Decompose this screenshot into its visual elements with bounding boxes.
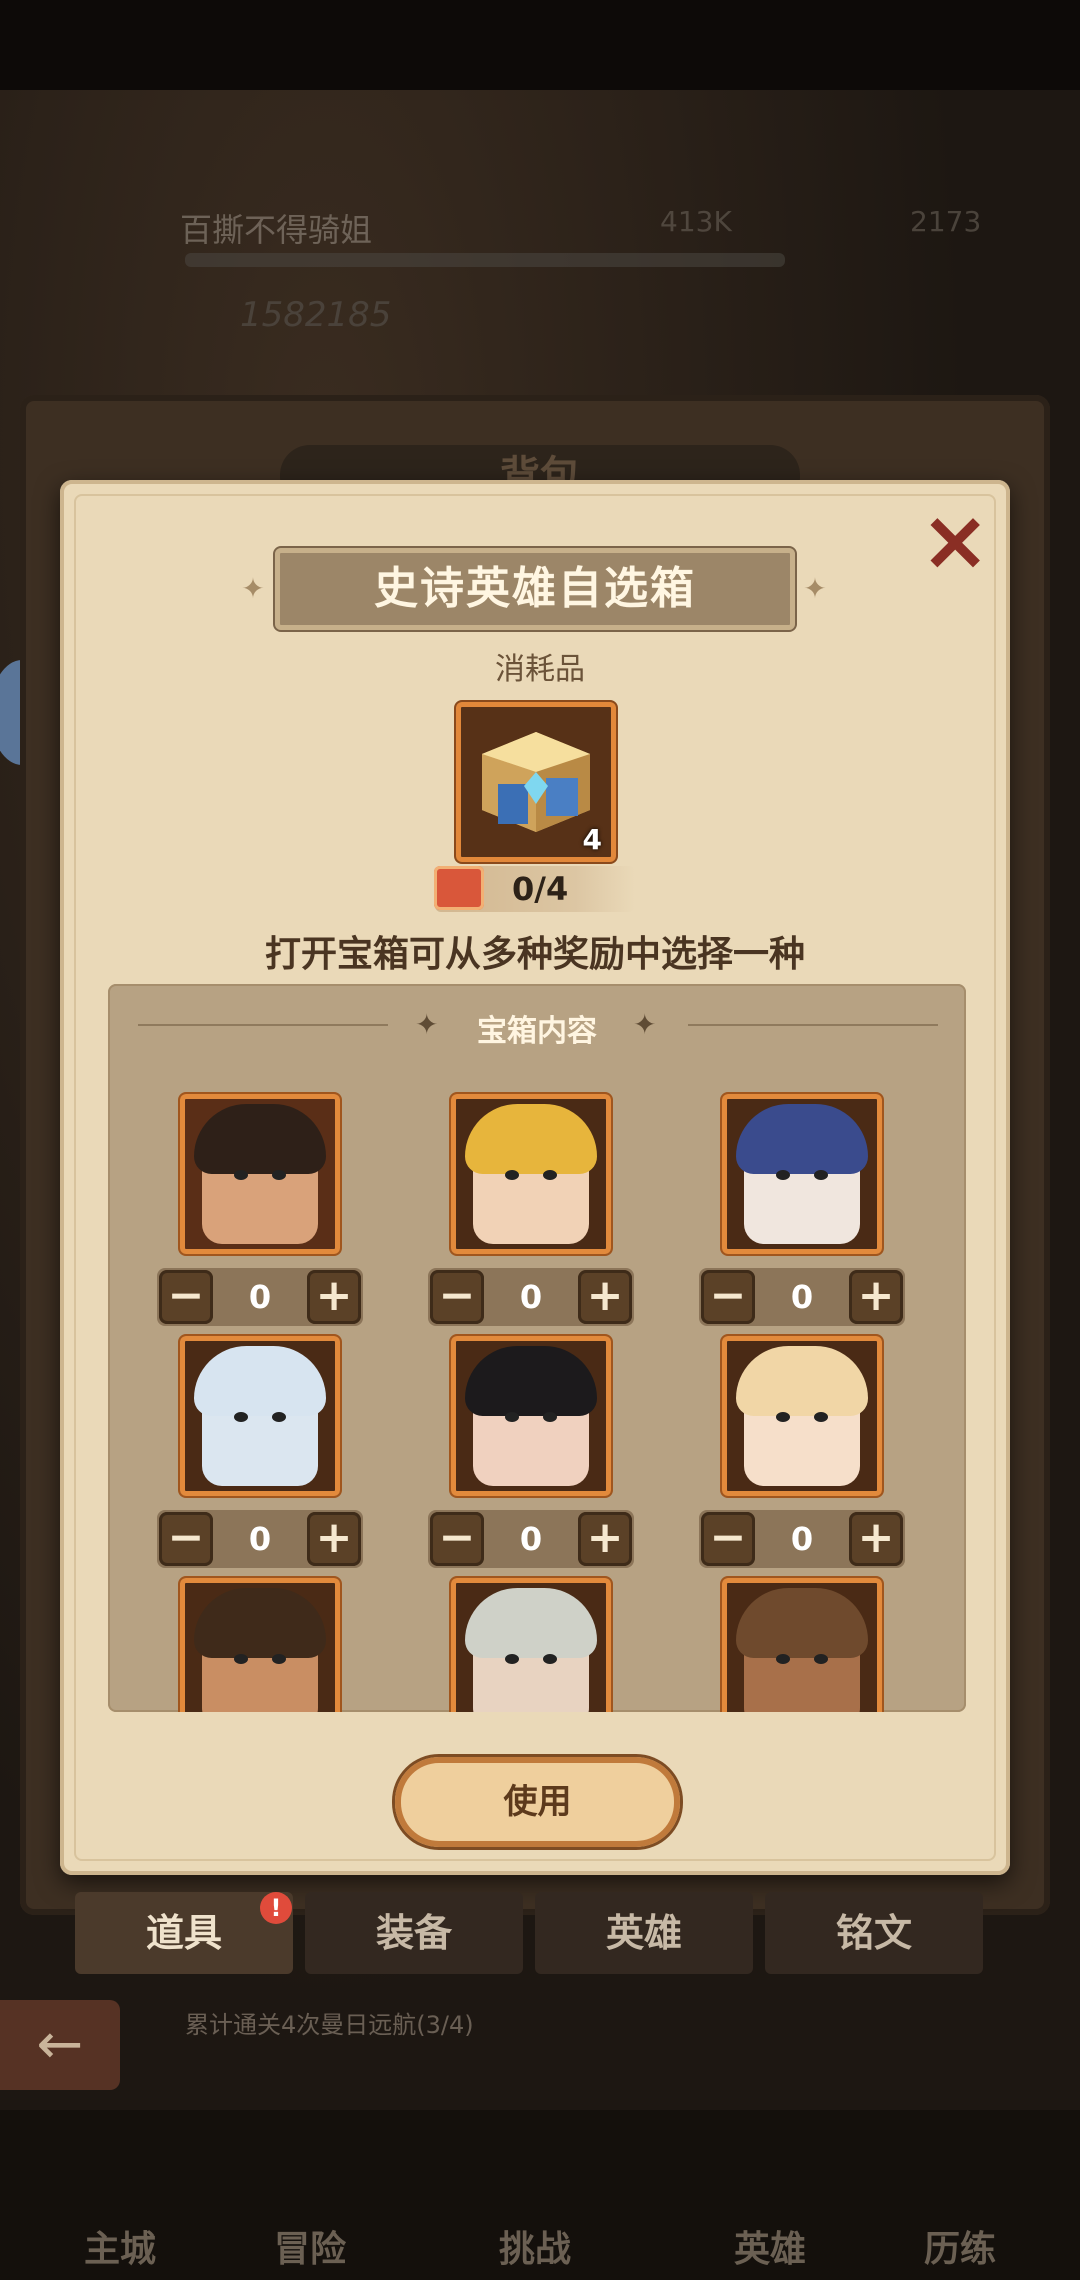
tab-alert-badge: !	[260, 1892, 292, 1924]
plus-button[interactable]: +	[849, 1270, 903, 1324]
nav-challenge[interactable]: 挑战	[455, 2220, 615, 2272]
hero-eye	[776, 1412, 790, 1422]
chest-item-slot[interactable]: 4	[456, 702, 616, 862]
hero-hair	[736, 1104, 868, 1174]
hero-eye	[543, 1654, 557, 1664]
hero-eye	[234, 1170, 248, 1180]
nav-main-city[interactable]: 主城	[40, 2220, 200, 2272]
quantity-value: 0	[790, 1520, 814, 1558]
hero-eye	[543, 1412, 557, 1422]
player-name: 百撕不得骑姐	[180, 211, 373, 249]
hero-eye	[272, 1654, 286, 1664]
quantity-value: 0	[248, 1278, 272, 1316]
minus-button[interactable]: −	[159, 1512, 213, 1566]
hero-portrait[interactable]	[451, 1336, 611, 1496]
plus-button[interactable]: +	[307, 1512, 361, 1566]
hero-hair	[736, 1346, 868, 1416]
minus-button[interactable]: −	[430, 1512, 484, 1566]
minus-button[interactable]: −	[430, 1270, 484, 1324]
quantity-stepper: −0 +	[428, 1510, 634, 1568]
hero-portrait[interactable]	[451, 1578, 611, 1712]
hero-eye	[234, 1654, 248, 1664]
hero-hair	[194, 1104, 326, 1174]
status-bar	[0, 0, 1080, 90]
close-icon[interactable]: ×	[920, 498, 990, 582]
divider-right	[688, 1024, 938, 1026]
hero-eye	[272, 1412, 286, 1422]
hero-hair	[465, 1346, 597, 1416]
hero-eye	[776, 1170, 790, 1180]
hero-eye	[272, 1170, 286, 1180]
nav-training[interactable]: 历练	[880, 2220, 1040, 2272]
player-header: 百撕不得骑姐 413K 2173 1582185	[0, 95, 1080, 395]
quantity-stepper: −0 +	[157, 1268, 363, 1326]
tab-runes[interactable]: 铭文	[765, 1892, 983, 1974]
hero-eye	[814, 1412, 828, 1422]
hero-eye	[814, 1654, 828, 1664]
hero-portrait[interactable]	[722, 1094, 882, 1254]
quantity-value: 0	[790, 1278, 814, 1316]
star-right-icon: ✦	[633, 1008, 657, 1041]
quantity-stepper: −0 +	[699, 1268, 905, 1326]
hero-eye	[505, 1654, 519, 1664]
hero-portrait[interactable]	[451, 1094, 611, 1254]
contents-title: 宝箱内容	[477, 1014, 597, 1049]
chest-contents-box: ✦ 宝箱内容 ✦ −0 + −0 + −0 + −0 + −0 + −0 +	[108, 984, 966, 1712]
hero-eye	[814, 1170, 828, 1180]
nav-adventure[interactable]: 冒险	[230, 2220, 390, 2272]
open-progress-text: 0/4	[512, 870, 569, 908]
title-left-ornament-icon: ✦	[241, 572, 265, 605]
gem-amount: 2173	[910, 205, 982, 238]
quantity-value: 0	[519, 1278, 543, 1316]
chest-count: 4	[582, 823, 602, 856]
hero-portrait[interactable]	[722, 1578, 882, 1712]
hero-eye	[543, 1170, 557, 1180]
hero-hair	[194, 1588, 326, 1658]
chest-progress-icon	[434, 866, 484, 910]
minus-button[interactable]: −	[159, 1270, 213, 1324]
item-type-label: 消耗品	[495, 652, 585, 687]
hero-eye	[234, 1412, 248, 1422]
nav-heroes[interactable]: 英雄	[690, 2220, 850, 2272]
plus-button[interactable]: +	[849, 1512, 903, 1566]
exp-bar	[185, 253, 785, 267]
hero-hair	[194, 1346, 326, 1416]
hero-hair	[736, 1588, 868, 1658]
quantity-stepper: −0 +	[428, 1268, 634, 1326]
quantity-stepper: −0 +	[157, 1510, 363, 1568]
hero-portrait[interactable]	[180, 1578, 340, 1712]
use-button[interactable]: 使用	[395, 1757, 680, 1847]
power-value: 1582185	[240, 295, 392, 335]
plus-button[interactable]: +	[578, 1270, 632, 1324]
back-arrow-icon[interactable]: ←	[0, 2000, 120, 2090]
popup-description: 打开宝箱可从多种奖励中选择一种	[264, 934, 805, 975]
hero-hair	[465, 1588, 597, 1658]
title-right-ornament-icon: ✦	[803, 572, 827, 605]
hero-portrait[interactable]	[180, 1336, 340, 1496]
tab-equipment[interactable]: 装备	[305, 1892, 523, 1974]
plus-button[interactable]: +	[578, 1512, 632, 1566]
inventory-tabs: 道具 装备 英雄 铭文	[75, 1892, 995, 1974]
hero-portrait[interactable]	[722, 1336, 882, 1496]
hero-eye	[776, 1654, 790, 1664]
minus-button[interactable]: −	[701, 1512, 755, 1566]
popup-title-banner: 史诗英雄自选箱	[275, 548, 795, 630]
hero-hair	[465, 1104, 597, 1174]
popup-title: 史诗英雄自选箱	[374, 563, 696, 614]
hero-eye	[505, 1412, 519, 1422]
minus-button[interactable]: −	[701, 1270, 755, 1324]
hero-eye	[505, 1170, 519, 1180]
quantity-value: 0	[248, 1520, 272, 1558]
quest-tracker[interactable]: 累计通关4次曼日远航(3/4)	[185, 2005, 474, 2040]
quantity-value: 0	[519, 1520, 543, 1558]
tab-heroes[interactable]: 英雄	[535, 1892, 753, 1974]
plus-button[interactable]: +	[307, 1270, 361, 1324]
use-button-label: 使用	[503, 1782, 572, 1822]
gold-amount: 413K	[660, 205, 732, 238]
quantity-stepper: −0 +	[699, 1510, 905, 1568]
hero-portrait[interactable]	[180, 1094, 340, 1254]
